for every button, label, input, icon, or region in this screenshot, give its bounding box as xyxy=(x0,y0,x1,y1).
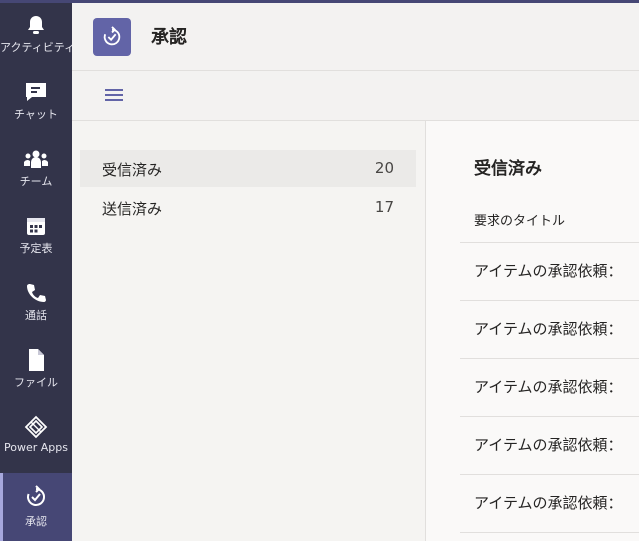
request-title: アイテムの承認依頼： xyxy=(474,494,623,512)
requests-list-pane: 受信済み 要求のタイトル アイテムの承認依頼： アイテムの承認依頼： アイテムの… xyxy=(426,121,639,541)
chat-icon xyxy=(0,79,72,105)
rail-item-label: チャット xyxy=(14,108,58,121)
page-title: 承認 xyxy=(151,27,187,48)
rail-item-calls[interactable]: 通話 xyxy=(0,271,72,335)
table-row[interactable]: アイテムの承認依頼： xyxy=(460,243,639,300)
power-apps-icon xyxy=(0,414,72,440)
nav-item-count: 17 xyxy=(374,198,394,216)
column-header-title[interactable]: 要求のタイトル xyxy=(474,210,565,229)
app-rail: アクティビティ チャット チーム 予定表 通話 ファイル Power Apps … xyxy=(0,3,76,541)
rail-item-approvals[interactable]: 承認 xyxy=(0,473,72,541)
rail-item-calendar[interactable]: 予定表 xyxy=(0,204,72,268)
app-header: 承認 xyxy=(72,3,639,71)
hamburger-icon[interactable] xyxy=(103,86,125,104)
rail-item-label: チーム xyxy=(19,175,53,188)
phone-icon xyxy=(0,280,72,306)
nav-item-label: 受信済み xyxy=(102,161,163,179)
rail-item-teams[interactable]: チーム xyxy=(0,137,72,201)
rail-item-activity[interactable]: アクティビティ xyxy=(0,3,76,67)
approvals-icon xyxy=(0,484,72,510)
teams-icon xyxy=(0,146,72,172)
table-row[interactable]: アイテムの承認依頼： xyxy=(460,359,639,416)
request-title: アイテムの承認依頼： xyxy=(474,436,623,454)
toolbar xyxy=(72,71,639,121)
rail-item-label: アクティビティ xyxy=(0,41,76,54)
divider xyxy=(460,532,639,533)
table-row[interactable]: アイテムの承認依頼： xyxy=(460,475,639,532)
rail-item-label: 予定表 xyxy=(19,242,53,255)
folder-pane: 受信済み 20 送信済み 17 xyxy=(72,121,426,541)
list-title: 受信済み xyxy=(474,159,542,179)
rail-item-label: 承認 xyxy=(25,515,47,528)
request-title: アイテムの承認依頼： xyxy=(474,378,623,396)
request-title: アイテムの承認依頼： xyxy=(474,262,623,280)
nav-item-received[interactable]: 受信済み 20 xyxy=(80,150,416,187)
rail-item-label: 通話 xyxy=(25,309,47,322)
rail-item-label: Power Apps xyxy=(4,441,68,454)
bell-icon xyxy=(0,12,72,38)
rail-item-chat[interactable]: チャット xyxy=(0,70,72,134)
rail-item-label: ファイル xyxy=(14,376,58,389)
nav-item-label: 送信済み xyxy=(102,200,163,218)
file-icon xyxy=(0,347,72,373)
table-row[interactable]: アイテムの承認依頼： xyxy=(460,417,639,474)
table-row[interactable]: アイテムの承認依頼： xyxy=(460,301,639,358)
rail-item-files[interactable]: ファイル xyxy=(0,338,72,402)
calendar-icon xyxy=(0,213,72,239)
nav-item-count: 20 xyxy=(374,159,394,177)
request-title: アイテムの承認依頼： xyxy=(474,320,623,338)
rail-item-power-apps[interactable]: Power Apps xyxy=(0,405,72,469)
approvals-icon xyxy=(93,18,131,56)
nav-item-sent[interactable]: 送信済み 17 xyxy=(80,189,416,226)
